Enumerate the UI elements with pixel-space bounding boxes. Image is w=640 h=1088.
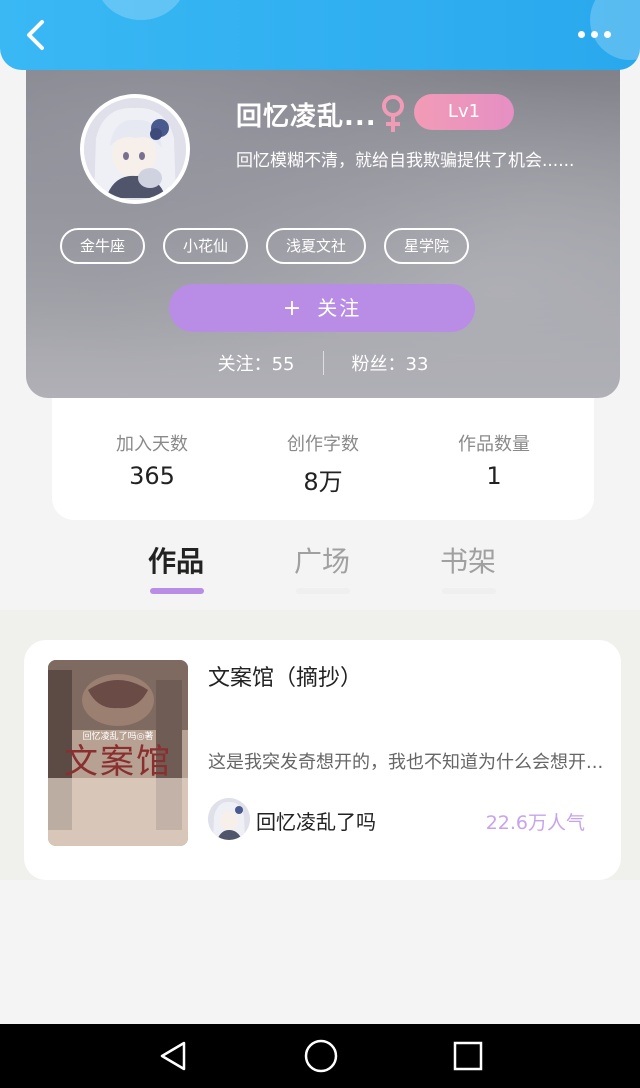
follow-button-label: 关注 bbox=[317, 296, 362, 320]
plus-icon: + bbox=[282, 296, 304, 321]
female-icon bbox=[382, 95, 404, 132]
follow-button[interactable]: + 关注 bbox=[169, 284, 475, 332]
tab-plaza[interactable]: 广场 bbox=[282, 540, 362, 580]
stat-value: 1 bbox=[486, 462, 502, 490]
tab-active-indicator bbox=[150, 588, 204, 594]
book-title[interactable]: 文案馆（摘抄） bbox=[208, 660, 362, 692]
followers-count[interactable]: 粉丝：33 bbox=[352, 350, 429, 376]
stat-label: 作品数量 bbox=[458, 434, 530, 455]
nav-home-icon[interactable] bbox=[303, 1038, 339, 1074]
stat-works-count: 作品数量 1 bbox=[434, 396, 554, 520]
tag-chip[interactable]: 星学院 bbox=[384, 228, 470, 264]
stat-value: 365 bbox=[129, 462, 175, 490]
avatar-image bbox=[84, 98, 186, 200]
book-description: 这是我突发奇想开的，我也不知道为什么会想开... bbox=[208, 752, 602, 773]
tab-bar: 作品 广场 书架 bbox=[0, 536, 640, 610]
counts-divider bbox=[322, 351, 324, 375]
back-button[interactable] bbox=[18, 16, 54, 54]
author-name[interactable]: 回忆凌乱了吗 bbox=[256, 806, 376, 835]
avatar[interactable] bbox=[80, 94, 190, 204]
tab-indicator bbox=[296, 588, 350, 594]
system-nav-bar bbox=[0, 1024, 640, 1088]
more-button[interactable] bbox=[578, 24, 618, 44]
tab-bookshelf[interactable]: 书架 bbox=[428, 540, 508, 580]
stat-label: 创作字数 bbox=[287, 434, 359, 455]
stat-label: 加入天数 bbox=[116, 434, 188, 455]
nav-recents-icon[interactable] bbox=[452, 1040, 484, 1072]
stat-word-count: 创作字数 8万 bbox=[263, 396, 383, 520]
cover-byline: 回忆凌乱了吗◎著 bbox=[83, 730, 154, 742]
level-badge: Lv1 bbox=[414, 94, 514, 130]
stats-card: 加入天数 365 创作字数 8万 作品数量 1 bbox=[52, 396, 594, 520]
book-cover[interactable]: 回忆凌乱了吗◎著 文案馆 bbox=[48, 660, 188, 846]
book-card[interactable]: 回忆凌乱了吗◎著 文案馆 文案馆（摘抄） 这是我突发奇想开的，我也不知道为什么会… bbox=[24, 640, 621, 880]
tab-works[interactable]: 作品 bbox=[136, 540, 216, 580]
tag-chip[interactable]: 小花仙 bbox=[163, 228, 249, 264]
tab-indicator bbox=[442, 588, 496, 594]
cover-title-text: 文案馆 bbox=[64, 742, 172, 782]
tag-chip[interactable]: 金牛座 bbox=[60, 228, 146, 264]
chevron-left-icon bbox=[27, 20, 44, 50]
tag-list: 金牛座 小花仙 浅夏文社 星学院 bbox=[60, 228, 470, 264]
follow-counts: 关注：55 粉丝：33 bbox=[26, 350, 620, 376]
username: 回忆凌乱... bbox=[236, 102, 377, 132]
profile-card: 回忆凌乱... Lv1 回忆模糊不清，就给自我欺骗提供了机会...... 金牛座… bbox=[26, 40, 620, 398]
tag-chip[interactable]: 浅夏文社 bbox=[266, 228, 367, 264]
more-dots-icon bbox=[604, 30, 611, 38]
profile-bio: 回忆模糊不清，就给自我欺骗提供了机会...... bbox=[236, 151, 575, 171]
nav-back-icon[interactable] bbox=[156, 1039, 190, 1073]
stat-join-days: 加入天数 365 bbox=[92, 396, 212, 520]
top-header bbox=[0, 0, 640, 70]
more-dots-icon bbox=[591, 30, 598, 38]
more-dots-icon bbox=[578, 30, 585, 38]
header-bubble-decoration bbox=[96, 0, 186, 20]
following-count[interactable]: 关注：55 bbox=[218, 350, 295, 376]
author-avatar-image bbox=[208, 798, 250, 840]
popularity-count: 22.6万人气 bbox=[485, 812, 585, 834]
author-avatar[interactable] bbox=[208, 798, 250, 840]
stat-value: 8万 bbox=[303, 468, 343, 496]
